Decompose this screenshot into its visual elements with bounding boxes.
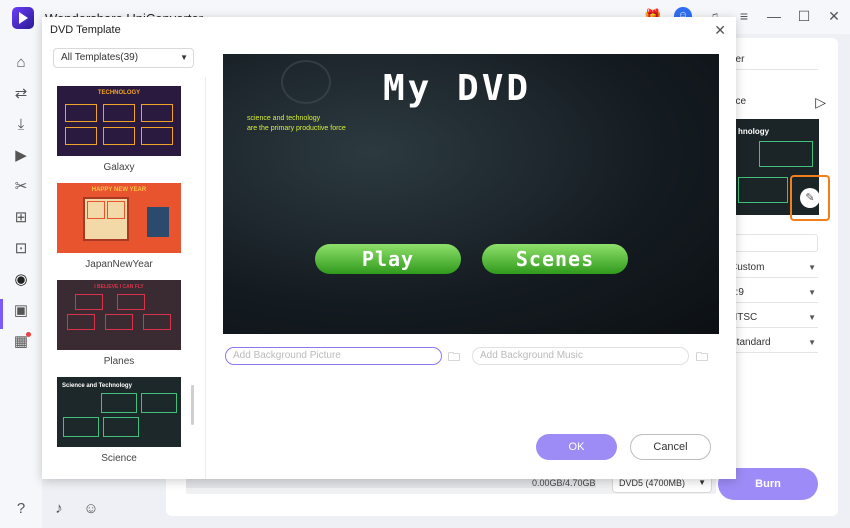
template-name: JapanNewYear [85, 259, 153, 270]
template-list: TECHNOLOGY Galaxy HAPPY NEW YEAR JapanNe… [42, 77, 206, 479]
template-filter-select[interactable]: All Templates(39) ▼ [53, 48, 194, 68]
convert-icon[interactable]: ⇄ [10, 83, 32, 105]
template-name: Science [101, 453, 137, 464]
template-name: Galaxy [103, 162, 135, 173]
screen-recorder-icon[interactable]: ⊡ [10, 238, 32, 260]
dialog-close-icon[interactable]: ✕ [714, 22, 726, 39]
home-icon[interactable]: ⌂ [10, 52, 32, 74]
template-thumbnail-planes[interactable]: I BELIEVE I CAN FLY [57, 280, 181, 350]
template-name: Planes [103, 356, 135, 367]
dvd-label-input[interactable] [730, 234, 818, 252]
app-logo [12, 7, 34, 29]
thumbnail-frame [738, 177, 788, 203]
tv-standard-select[interactable]: NTSC ▼ [730, 308, 818, 328]
astronaut-helmet-graphic [281, 60, 331, 104]
help-icon[interactable]: ? [10, 498, 32, 520]
dvd-burner-icon[interactable]: ◉ [10, 269, 32, 291]
thumbnail-frame [759, 141, 813, 167]
thumbnail-title: hnology [738, 127, 770, 136]
quality-select[interactable]: Standard ▼ [730, 333, 818, 353]
template-thumbnail-japannewyear[interactable]: HAPPY NEW YEAR [57, 183, 181, 253]
close-icon[interactable]: ✕ [826, 8, 842, 24]
cut-icon[interactable]: ✂ [10, 176, 32, 198]
maximize-icon[interactable]: ☐ [796, 8, 812, 24]
merge-icon[interactable]: ⊞ [10, 207, 32, 229]
output-folder-field[interactable]: der [730, 50, 818, 70]
template-thumbnail-galaxy[interactable]: TECHNOLOGY [57, 86, 181, 156]
next-arrow-icon[interactable]: ▷ [815, 92, 826, 112]
background-music-input[interactable]: Add Background Music [472, 347, 689, 365]
template-list-scrollbar[interactable] [191, 385, 194, 425]
folder-icon[interactable]: 🗀 [696, 348, 708, 369]
download-icon[interactable]: ⤓ [10, 114, 32, 136]
background-picture-input[interactable]: Add Background Picture [225, 347, 442, 365]
menu-icon[interactable]: ≡ [736, 8, 752, 24]
sidebar: ⌂ ⇄ ⤓ ▶ ✂ ⊞ ⊡ ◉ ▣ ▦ ? ♪ ☺ [0, 34, 99, 528]
edit-template-highlight: ✎ [790, 175, 830, 221]
template-thumbnail-science[interactable]: Science and Technology [57, 377, 181, 447]
template-preview: My DVD science and technology are the pr… [223, 54, 719, 334]
player-icon[interactable]: ▣ [10, 300, 32, 322]
aspect-ratio-select[interactable]: 6:9 ▼ [730, 283, 818, 303]
feedback-icon[interactable]: ☺ [80, 498, 102, 520]
ok-button[interactable]: OK [536, 434, 617, 460]
minimize-icon[interactable]: — [766, 8, 782, 24]
dialog-title: DVD Template [50, 24, 121, 36]
toolbox-icon[interactable]: ▦ [10, 331, 32, 353]
menu-type-select[interactable]: Custom ▼ [730, 258, 818, 278]
dvd-template-dialog: DVD Template ✕ All Templates(39) ▼ TECHNO… [42, 17, 736, 479]
preview-title[interactable]: My DVD [383, 68, 531, 109]
video-icon[interactable]: ▶ [10, 145, 32, 167]
active-indicator [0, 299, 3, 329]
disc-size-text: 0.00GB/4.70GB [532, 478, 596, 488]
cancel-button[interactable]: Cancel [630, 434, 711, 460]
preview-subtitle[interactable]: science and technology are the primary p… [247, 114, 346, 134]
right-settings-panel: der nce ▷ hnology ✎ Custom ▼ 6:9 ▼ NTSC ▼ St… [720, 38, 838, 458]
preview-scenes-button[interactable]: Scenes [482, 244, 628, 274]
bell-icon[interactable]: ♪ [48, 498, 70, 520]
template-label: nce ▷ [730, 94, 826, 110]
notification-dot [26, 332, 31, 337]
preview-play-button[interactable]: Play [315, 244, 461, 274]
folder-icon[interactable]: 🗀 [448, 348, 460, 369]
edit-icon[interactable]: ✎ [800, 188, 820, 208]
